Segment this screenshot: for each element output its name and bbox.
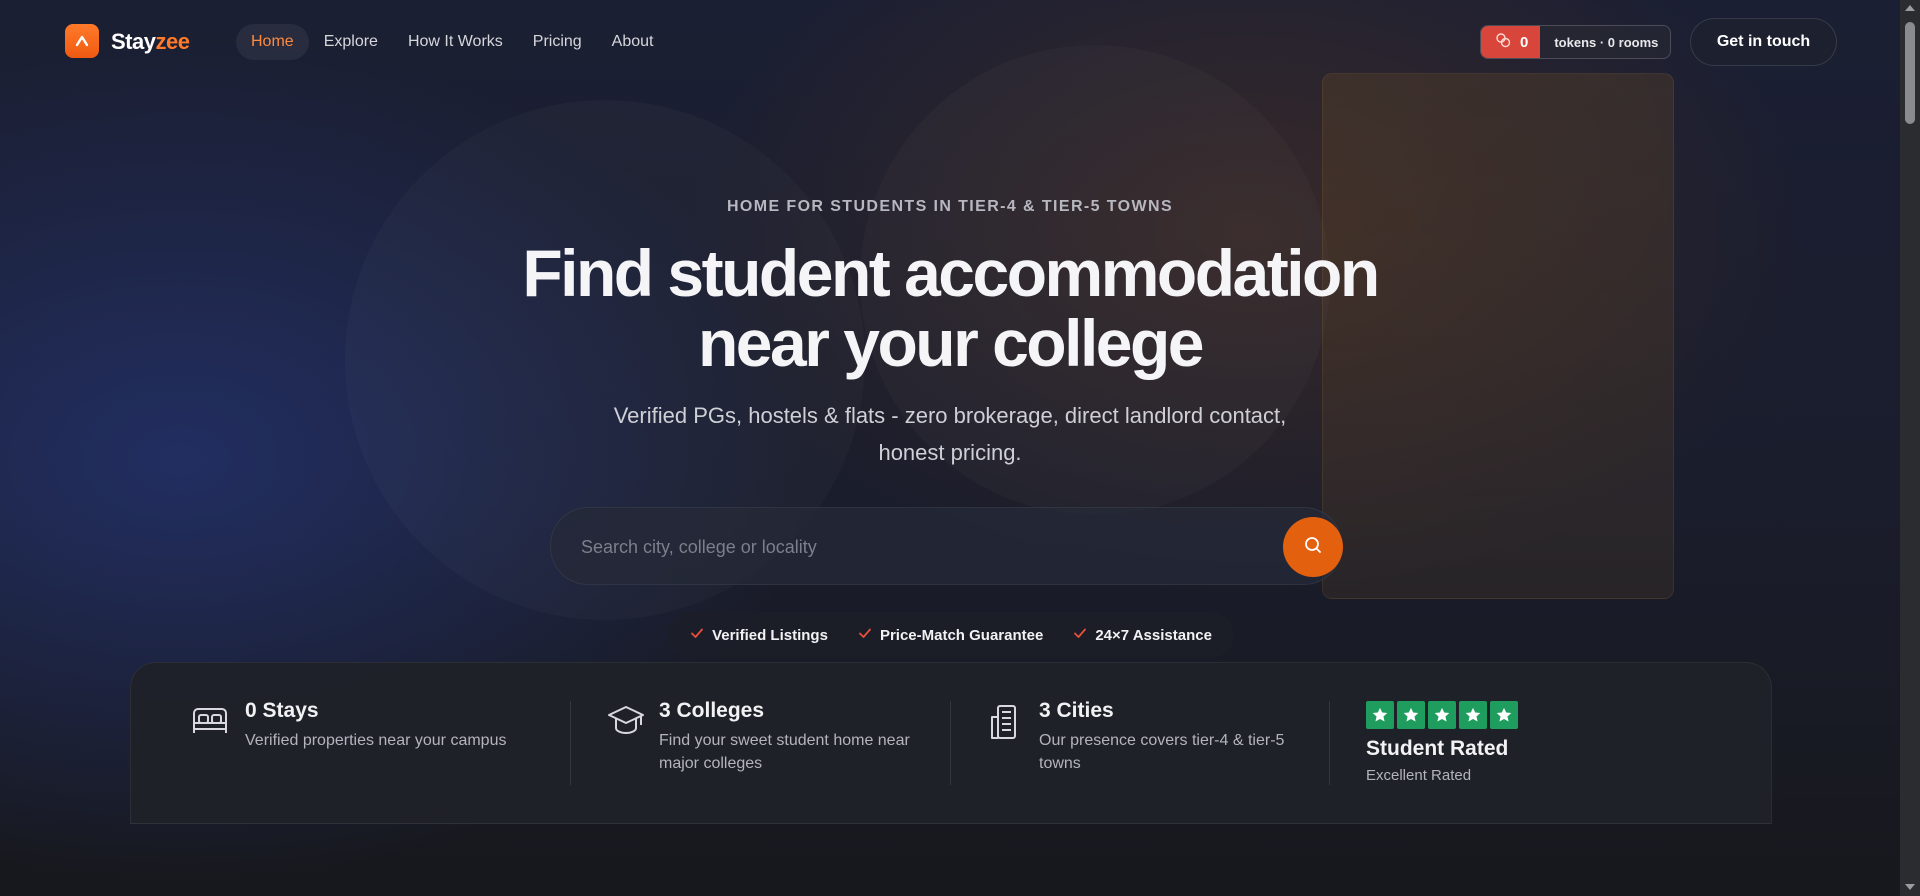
badge-label: 24×7 Assistance — [1095, 626, 1212, 644]
stat-desc: Our presence covers tier-4 & tier-5 town… — [1039, 732, 1285, 772]
nav-home[interactable]: Home — [236, 24, 309, 60]
hero-headline-line2: near your college — [697, 306, 1205, 380]
stat-title: 0 Stays — [245, 699, 319, 722]
bed-icon — [191, 703, 229, 742]
badge-verified-listings: Verified Listings — [690, 626, 828, 644]
hero-subhead: Verified PGs, hostels & flats - zero bro… — [613, 403, 1287, 465]
badge-label: Price-Match Guarantee — [879, 626, 1044, 644]
check-icon — [1073, 626, 1087, 644]
check-icon — [858, 626, 872, 644]
graduation-cap-icon — [607, 703, 645, 742]
search-input[interactable] — [579, 531, 1263, 563]
token-label: tokens · 0 rooms — [1554, 34, 1659, 50]
nav-pricing[interactable]: Pricing — [518, 24, 597, 60]
stat-title: 3 Colleges — [659, 699, 765, 722]
star-icon — [1490, 701, 1518, 729]
badge-assistance: 24×7 Assistance — [1073, 626, 1212, 644]
nav-how-it-works[interactable]: How It Works — [393, 24, 518, 60]
star-icon — [1428, 701, 1456, 729]
rating-desc: Excellent Rated — [1366, 767, 1472, 784]
scroll-thumb[interactable] — [1905, 22, 1915, 124]
stat-divider — [570, 701, 571, 785]
badge-label: Verified Listings — [712, 626, 828, 644]
hero-headline-line1: Find student accommodation — [522, 236, 1380, 310]
search-bar — [550, 507, 1343, 585]
stat-divider — [950, 701, 951, 785]
brand-name-part2: zee — [155, 29, 190, 54]
coins-icon — [1495, 32, 1511, 52]
trust-badges: Verified Listings Price-Match Guarantee … — [668, 612, 1234, 658]
token-count: 0 — [1520, 33, 1529, 51]
stats-panel: 0 Stays Verified properties near your ca… — [130, 662, 1772, 824]
brand-name-part1: Stay — [111, 29, 156, 54]
star-icon — [1397, 701, 1425, 729]
nav-explore[interactable]: Explore — [309, 24, 393, 60]
scroll-up-icon[interactable] — [1905, 5, 1915, 11]
hero-eyebrow: HOME FOR STUDENTS IN TIER-4 & TIER-5 TOW… — [726, 198, 1174, 215]
badge-price-match: Price-Match Guarantee — [858, 626, 1043, 644]
nav-about[interactable]: About — [597, 24, 669, 60]
scrollbar[interactable] — [1900, 0, 1920, 896]
token-count-badge: 0 — [1481, 26, 1541, 58]
stat-desc: Verified properties near your campus — [245, 732, 507, 749]
get-in-touch-button[interactable]: Get in touch — [1690, 18, 1837, 66]
top-navbar: Stayzee Home Explore How It Works Pricin… — [0, 0, 1900, 84]
nav-links: Home Explore How It Works Pricing About — [236, 24, 668, 60]
star-icon — [1366, 701, 1394, 729]
building-icon — [987, 703, 1025, 746]
stat-title: 3 Cities — [1039, 699, 1114, 722]
search-icon — [1303, 535, 1323, 560]
token-wallet[interactable]: 0 tokens · 0 rooms — [1480, 25, 1672, 59]
brand-name[interactable]: Stayzee — [111, 29, 190, 55]
stat-divider — [1329, 701, 1330, 785]
rating-title: Student Rated — [1366, 737, 1509, 760]
logo-icon[interactable] — [65, 24, 99, 58]
rating-stars — [1366, 701, 1518, 729]
hero-headline: Find student accommodation near your col… — [400, 238, 1500, 378]
star-icon — [1459, 701, 1487, 729]
scroll-down-icon[interactable] — [1905, 884, 1915, 890]
search-button[interactable] — [1283, 517, 1343, 577]
check-icon — [690, 626, 704, 644]
stat-desc: Find your sweet student home near major … — [659, 732, 910, 772]
